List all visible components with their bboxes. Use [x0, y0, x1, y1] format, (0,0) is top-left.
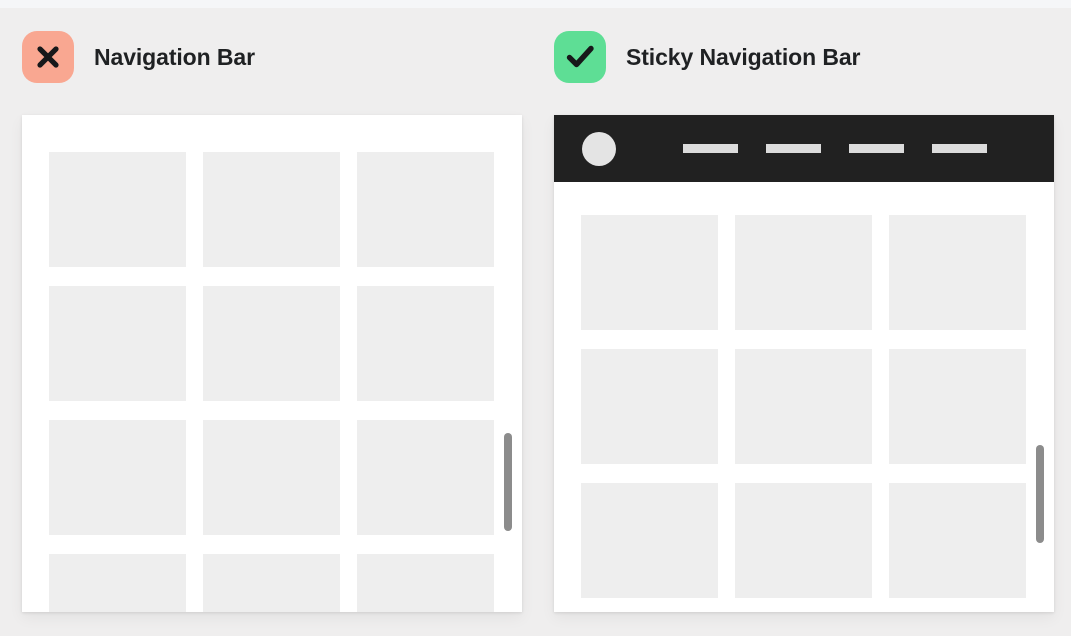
scrollbar-thumb[interactable] [504, 433, 512, 531]
content-card [735, 215, 872, 330]
x-icon [22, 31, 74, 83]
navbar-link[interactable] [683, 144, 738, 153]
content-card [357, 554, 494, 612]
example-title-good: Sticky Navigation Bar [626, 43, 861, 70]
content-card [889, 215, 1026, 330]
scrollbar-track[interactable] [504, 115, 514, 612]
content-card [49, 286, 186, 401]
top-strip [0, 0, 1071, 8]
navbar-link[interactable] [766, 144, 821, 153]
content-card [889, 349, 1026, 464]
navbar-logo-icon[interactable] [582, 131, 616, 166]
content-card [735, 349, 872, 464]
content-card [735, 483, 872, 598]
navbar-links [683, 144, 987, 153]
navbar-link[interactable] [849, 144, 904, 153]
content-card [49, 420, 186, 535]
content-card [357, 286, 494, 401]
scrollbar-track[interactable] [1036, 115, 1046, 612]
content-card [203, 554, 340, 612]
content-card [357, 152, 494, 267]
content-card [581, 483, 718, 598]
example-header-good: Sticky Navigation Bar [554, 28, 860, 86]
sticky-navbar [554, 115, 1054, 182]
content-grid-bad [49, 152, 495, 612]
status-badge-good [554, 31, 606, 83]
scrollbar-thumb[interactable] [1036, 445, 1044, 543]
example-header-bad: Navigation Bar [22, 28, 255, 86]
content-card [357, 420, 494, 535]
content-card [889, 483, 1026, 598]
content-card [49, 554, 186, 612]
content-card [203, 152, 340, 267]
content-card [581, 349, 718, 464]
preview-panel-bad [22, 115, 522, 612]
status-badge-bad [22, 31, 74, 83]
content-card [49, 152, 186, 267]
preview-panel-good [554, 115, 1054, 612]
content-grid-good [581, 215, 1027, 598]
content-card [203, 286, 340, 401]
navbar-link[interactable] [932, 144, 987, 153]
comparison-board: Navigation Bar Sticky Navigation Bar [0, 8, 1071, 636]
example-title-bad: Navigation Bar [94, 43, 255, 70]
content-card [581, 215, 718, 330]
content-card [203, 420, 340, 535]
check-icon [554, 31, 606, 83]
